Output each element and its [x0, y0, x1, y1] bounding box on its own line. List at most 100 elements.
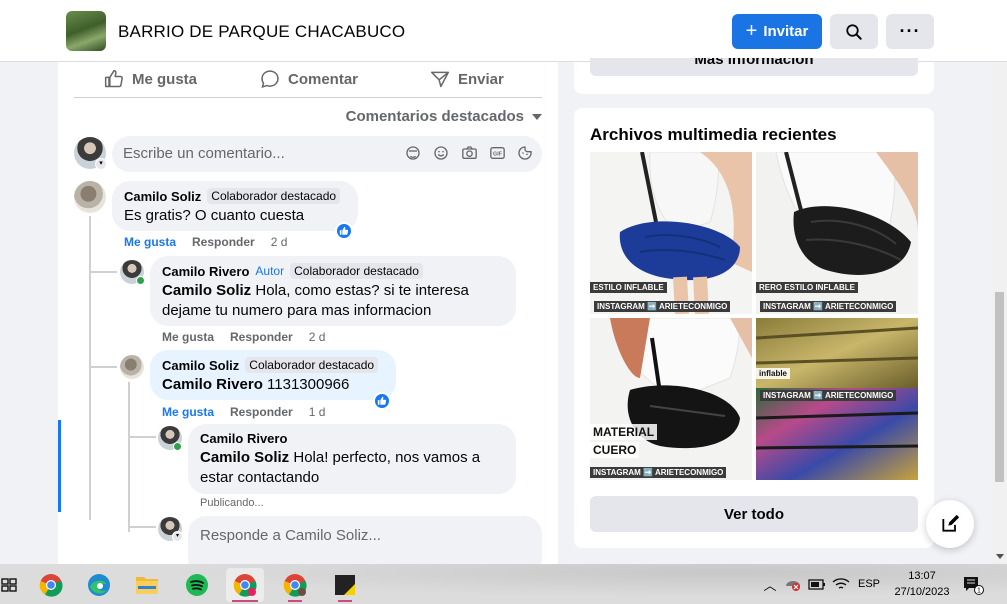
gif-icon[interactable]: GIF — [488, 144, 506, 162]
reaction-like-icon[interactable] — [373, 392, 391, 410]
media-caption: INSTAGRAM ➡️ ARIETECONMIGO — [590, 467, 727, 478]
media-caption: INSTAGRAM ➡️ ARIETECONMIGO — [760, 301, 897, 312]
invite-button[interactable]: + Invitar — [732, 14, 822, 49]
notification-icon: 1 — [964, 577, 984, 595]
chrome-icon — [233, 574, 257, 597]
send-post-button[interactable]: Enviar — [430, 69, 504, 89]
comment-reply-button[interactable]: Responder — [192, 235, 255, 249]
reply-reply-button[interactable]: Responder — [230, 405, 293, 419]
scrollbar-thumb[interactable] — [995, 292, 1004, 482]
media-thumbnail[interactable]: inflable INSTAGRAM ➡️ ARIETECONMIGO — [756, 318, 918, 480]
reply-like-button[interactable]: Me gusta — [162, 330, 214, 344]
comment-author[interactable]: Camilo Soliz — [124, 189, 201, 204]
commenter-avatar[interactable] — [74, 181, 106, 213]
thread-connector — [91, 271, 117, 273]
page-scrollbar[interactable] — [992, 62, 1007, 564]
reply-like-button[interactable]: Me gusta — [162, 405, 214, 419]
reply-bubble: Camilo Rivero Autor Colaborador destacad… — [150, 256, 516, 326]
reply-author[interactable]: Camilo Rivero — [200, 431, 287, 446]
online-status-dot — [136, 276, 145, 285]
security-alert-icon[interactable] — [784, 576, 802, 592]
send-label: Enviar — [458, 70, 504, 88]
group-cover-thumbnail[interactable] — [66, 11, 106, 51]
media-caption: ESTILO INFLABLE — [590, 282, 667, 293]
battery-icon[interactable] — [808, 577, 826, 591]
reply-input[interactable] — [200, 527, 500, 544]
reply-time[interactable]: 2 d — [309, 330, 326, 344]
reaction-like-icon[interactable] — [335, 222, 353, 240]
taskbar-chrome-profile[interactable] — [276, 568, 314, 602]
caret-down-icon — [532, 113, 542, 120]
comments-sort-dropdown[interactable]: Comentarios destacados — [346, 108, 542, 125]
search-button[interactable] — [830, 14, 878, 49]
taskbar-edge[interactable] — [80, 568, 118, 602]
wifi-icon[interactable] — [832, 577, 850, 591]
group-name[interactable]: BARRIO DE PARQUE CHACABUCO — [118, 22, 405, 42]
comment-label: Comentar — [288, 70, 359, 88]
comment-meta: Me gusta Responder 2 d — [124, 235, 287, 249]
author-badge: Autor — [255, 264, 285, 278]
media-caption: INSTAGRAM ➡️ ARIETECONMIGO — [760, 390, 897, 401]
reply-reply-button[interactable]: Responder — [230, 330, 293, 344]
focus-accent-bar — [58, 420, 61, 512]
compose-edit-icon — [942, 514, 960, 532]
more-info-button[interactable]: Más información — [590, 58, 918, 76]
reply-author-row: Camilo Soliz Colaborador destacado — [162, 357, 384, 373]
taskbar-spotify[interactable] — [178, 568, 216, 602]
reply-author-avatar[interactable] — [120, 355, 144, 379]
chevron-down-icon[interactable]: ▾ — [95, 158, 107, 170]
taskbar-clock[interactable]: 13:07 27/10/2023 — [884, 568, 960, 600]
comment-like-button[interactable]: Me gusta — [124, 235, 176, 249]
media-grid: ESTILO INFLABLE INSTAGRAM ➡️ ARIETECONMI… — [590, 152, 918, 480]
new-post-button[interactable] — [926, 500, 974, 548]
reply-author[interactable]: Camilo Rivero — [162, 264, 249, 279]
reply-composer — [188, 516, 542, 564]
more-options-button[interactable]: ··· — [886, 14, 934, 49]
mention-link[interactable]: Camilo Rivero — [162, 376, 263, 393]
avatar-sticker-icon[interactable] — [404, 144, 422, 162]
post-actions-bar: Me gusta Comentar Enviar — [74, 62, 542, 98]
media-caption: INSTAGRAM ➡️ ARIETECONMIGO — [594, 301, 731, 312]
thumbs-up-icon — [104, 69, 123, 88]
reply-text: Camilo Soliz Hola, como estas? si te int… — [162, 281, 504, 321]
show-hidden-icons-icon[interactable]: ︿ — [762, 575, 778, 594]
chevron-down-icon[interactable]: ▾ — [172, 531, 183, 542]
media-caption: CUERO — [590, 442, 640, 458]
taskbar-sticky-app[interactable] — [326, 568, 364, 602]
scroll-down-icon[interactable] — [996, 554, 1004, 559]
camera-icon[interactable] — [460, 144, 478, 162]
comment-input[interactable] — [123, 145, 393, 162]
language-indicator[interactable]: ESP — [858, 578, 880, 590]
reply-author[interactable]: Camilo Soliz — [162, 358, 239, 373]
mention-link[interactable]: Camilo Soliz — [162, 282, 251, 299]
recent-media-card: Archivos multimedia recientes ESTILO INF… — [574, 108, 934, 548]
taskbar-chrome-profile-active[interactable] — [226, 568, 264, 602]
view-all-media-button[interactable]: Ver todo — [590, 496, 918, 532]
send-icon — [430, 71, 450, 88]
sticker-icon[interactable] — [516, 144, 534, 162]
taskbar-file-explorer[interactable] — [128, 568, 166, 602]
media-thumbnail[interactable]: RERO ESTILO INFLABLE INSTAGRAM ➡️ ARIETE… — [756, 152, 918, 314]
reply-time[interactable]: 1 d — [309, 405, 326, 419]
media-thumbnail[interactable]: ESTILO INFLABLE INSTAGRAM ➡️ ARIETECONMI… — [590, 152, 752, 314]
comment-post-button[interactable]: Comentar — [260, 69, 358, 89]
edge-icon — [88, 574, 110, 596]
reply-bubble: Camilo Rivero Camilo Soliz Hola! perfect… — [188, 424, 516, 494]
like-post-button[interactable]: Me gusta — [104, 69, 197, 89]
task-view-button[interactable] — [0, 568, 28, 602]
comment-time[interactable]: 2 d — [271, 235, 288, 249]
emoji-icon[interactable] — [432, 144, 450, 162]
comment-text: Es gratis? O cuanto cuesta — [124, 207, 305, 224]
spotify-icon — [186, 574, 208, 596]
task-view-icon — [1, 578, 17, 592]
media-thumbnail[interactable]: MATERIAL CUERO INSTAGRAM ➡️ ARIETECONMIG… — [590, 318, 752, 480]
chrome-icon — [283, 574, 307, 597]
taskbar-chrome[interactable] — [32, 568, 70, 602]
comment-bubble: Camilo Soliz Colaborador destacado Es gr… — [112, 181, 358, 231]
notification-center-button[interactable]: 1 — [958, 568, 988, 602]
thread-connector — [91, 366, 117, 368]
system-tray: ︿ ESP — [762, 564, 880, 604]
thread-line — [89, 216, 91, 520]
sticky-notes-icon — [335, 575, 355, 595]
mention-link[interactable]: Camilo Soliz — [200, 449, 289, 466]
